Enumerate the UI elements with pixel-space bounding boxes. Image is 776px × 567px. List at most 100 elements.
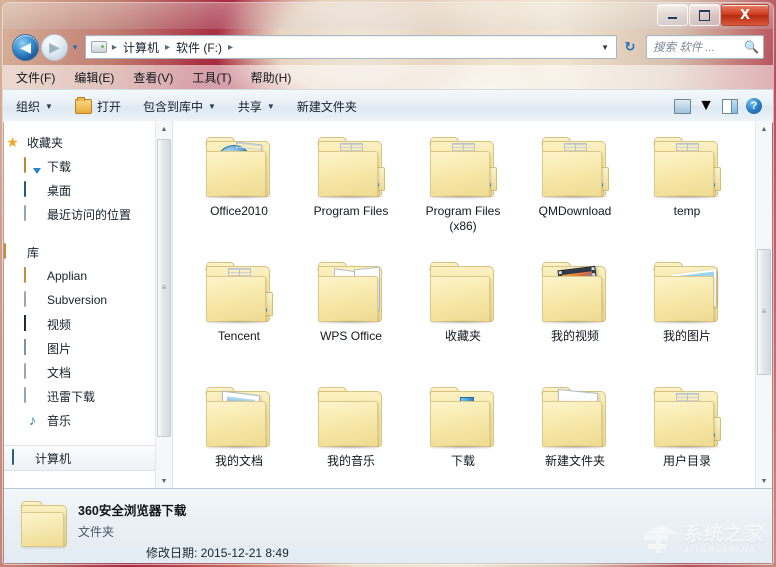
view-button[interactable] [671, 95, 693, 117]
refresh-icon: ↻ [624, 39, 636, 54]
scrollbar-thumb[interactable]: ≡ [157, 139, 171, 437]
sidebar-item-downloads[interactable]: 下载 [4, 154, 172, 178]
organize-button[interactable]: 组织 ▼ [16, 98, 53, 115]
preview-pane-button[interactable] [719, 95, 741, 117]
file-item[interactable]: ♪ 我的音乐 [295, 383, 407, 489]
sidebar-item-subversion[interactable]: Subversion [4, 288, 172, 312]
file-label: 我的视频 [550, 329, 599, 343]
sidebar-item-music[interactable]: ♪ 音乐 [4, 408, 172, 432]
file-label: 我的音乐 [326, 454, 375, 468]
sidebar-label-music: 音乐 [47, 413, 72, 428]
sidebar-item-recent-places[interactable]: 最近访问的位置 [4, 202, 172, 226]
back-button[interactable]: ◀ [12, 33, 39, 61]
sidebar-item-favorites[interactable]: ★ 收藏夹 [4, 130, 172, 154]
help-button[interactable]: ? [743, 95, 765, 117]
search-input[interactable]: 搜索 软件 ... 🔍 [646, 35, 764, 59]
sidebar-label-subversion: Subversion [47, 293, 108, 307]
file-label: 我的文档 [214, 454, 263, 468]
new-folder-button[interactable]: 新建文件夹 [297, 98, 357, 115]
folder-new-icon [538, 385, 612, 451]
view-dropdown-button[interactable]: ▼ [695, 95, 717, 117]
scroll-down-icon[interactable]: ▼ [756, 473, 772, 489]
details-folder-icon [18, 499, 70, 551]
scroll-up-icon[interactable]: ▲ [156, 121, 172, 137]
sidebar-label-libraries: 库 [27, 245, 40, 260]
file-item[interactable]: Program Files [295, 133, 407, 258]
sidebar-item-applian[interactable]: Applian [4, 264, 172, 288]
menu-item-help[interactable]: 帮助(H) [251, 69, 292, 86]
file-item[interactable]: Program Files (x86) [407, 133, 519, 258]
file-item[interactable]: 我的图片 [631, 258, 743, 383]
minimize-icon [668, 16, 677, 19]
forward-button[interactable]: ▶ [41, 33, 68, 61]
organize-label: 组织 [16, 99, 41, 114]
file-item[interactable]: 下载 [407, 383, 519, 489]
share-button[interactable]: 共享 ▼ [238, 98, 275, 115]
file-item[interactable]: 我的视频 [519, 258, 631, 383]
drive-icon [90, 41, 107, 53]
refresh-button[interactable]: ↻ [619, 36, 641, 58]
details-pane: 360安全浏览器下载 文件夹 修改日期: 2015-12-21 8:49 系统之… [4, 488, 772, 563]
menu-item-tools[interactable]: 工具(T) [192, 69, 231, 86]
menu-item-file[interactable]: 文件(F) [16, 69, 55, 86]
minimize-button[interactable] [657, 4, 688, 26]
file-item[interactable]: WPS Office [295, 258, 407, 383]
sidebar-item-videos[interactable]: 视频 [4, 312, 172, 336]
folder-picture-icon [650, 260, 724, 326]
close-button[interactable]: X [721, 4, 769, 26]
sidebar-item-libraries[interactable]: 库 [4, 240, 172, 264]
sidebar-item-desktop[interactable]: 桌面 [4, 178, 172, 202]
maximize-button[interactable] [689, 4, 720, 26]
title-bar[interactable]: X [3, 3, 773, 29]
breadcrumb-dropdown-icon[interactable]: ▼ [601, 43, 616, 52]
search-icon: 🔍 [744, 40, 759, 54]
file-item[interactable]: QMDownload [519, 133, 631, 258]
file-item[interactable]: ★ 收藏夹 [407, 258, 519, 383]
open-folder-icon [74, 96, 92, 114]
sidebar-item-thunder-download[interactable]: 迅雷下载 [4, 384, 172, 408]
document-icon [24, 291, 26, 307]
folder-video-icon [538, 260, 612, 326]
folder-download-icon [426, 385, 500, 451]
navigation-scrollbar[interactable]: ▲ ≡ ▼ [155, 121, 172, 489]
sidebar-label-desktop: 桌面 [47, 183, 72, 198]
documents-icon [24, 363, 26, 379]
file-list-view[interactable]: Office2010 Program Files Program Files (… [173, 121, 772, 489]
sidebar-item-documents[interactable]: 文档 [4, 360, 172, 384]
file-item[interactable]: temp [631, 133, 743, 258]
scroll-up-icon[interactable]: ▲ [756, 121, 772, 137]
file-item[interactable]: Tencent [183, 258, 295, 383]
file-item[interactable]: Office2010 [183, 133, 295, 258]
menu-item-view[interactable]: 查看(V) [133, 69, 173, 86]
file-label: QMDownload [538, 204, 612, 218]
details-modified-date: 修改日期: 2015-12-21 8:49 [146, 546, 289, 560]
desktop-icon [24, 181, 26, 197]
open-button[interactable]: 打开 [74, 96, 121, 115]
content-scrollbar[interactable]: ▲ ≡ ▼ [755, 121, 772, 489]
breadcrumb-item-drive[interactable]: 软件 (F:) [175, 39, 223, 56]
breadcrumb[interactable]: ▸ 计算机 ▸ 软件 (F:) ▸ ▼ [84, 35, 617, 59]
open-label: 打开 [96, 99, 121, 114]
chevron-down-icon: ▼ [698, 97, 714, 114]
file-item[interactable]: 我的文档 [183, 383, 295, 489]
scroll-down-icon[interactable]: ▼ [156, 473, 172, 489]
chevron-down-icon: ▼ [207, 101, 216, 111]
file-label: 下载 [450, 454, 475, 468]
include-in-library-button[interactable]: 包含到库中 ▼ [143, 98, 216, 115]
sidebar-item-computer[interactable]: 计算机 [4, 445, 157, 471]
scrollbar-thumb[interactable]: ≡ [757, 249, 771, 375]
file-item[interactable]: 新建文件夹 [519, 383, 631, 489]
folder-papers-icon [650, 135, 724, 201]
menu-item-edit[interactable]: 编辑(E) [74, 69, 114, 86]
command-bar-right: ▼ ? [669, 95, 773, 117]
breadcrumb-item-computer[interactable]: 计算机 [122, 39, 160, 56]
details-name: 360安全浏览器下载 [78, 504, 187, 518]
history-dropdown-icon[interactable]: ▼ [71, 43, 79, 52]
sidebar-item-pictures[interactable]: 图片 [4, 336, 172, 360]
folder-papers-icon [202, 260, 276, 326]
file-item[interactable]: 用户目录 [631, 383, 743, 489]
folder-papers-icon [314, 135, 388, 201]
explorer-window: X ◀ ▶ ▼ ▸ 计算机 ▸ 软件 (F:) ▸ ▼ ↻ 搜索 软件 ... … [2, 2, 774, 565]
details-text: 360安全浏览器下载 文件夹 修改日期: 2015-12-21 8:49 [78, 489, 289, 561]
